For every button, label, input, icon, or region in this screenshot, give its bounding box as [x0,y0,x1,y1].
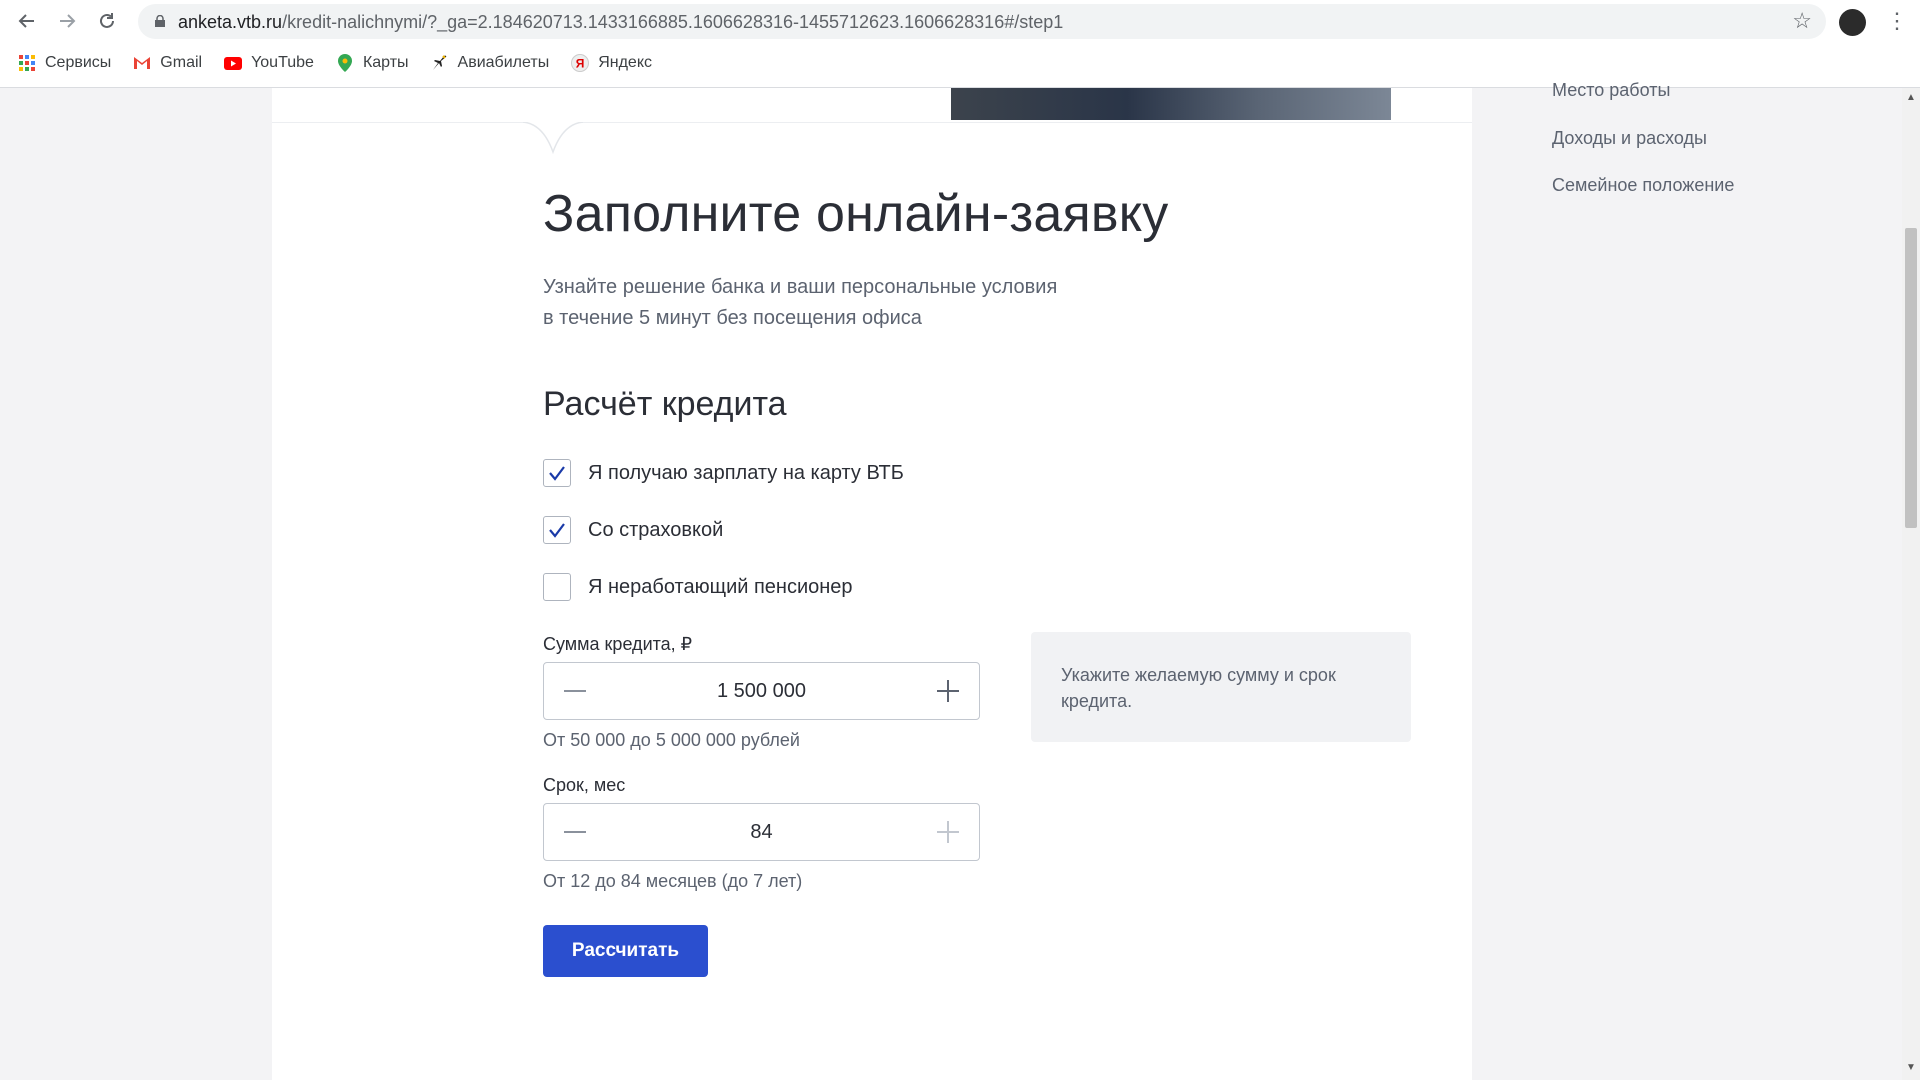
svg-text:Я: Я [576,57,585,71]
bookmark-label: Сервисы [45,54,112,71]
checkbox-insurance[interactable]: Со страховкой [543,516,723,544]
bookmark-star-icon[interactable]: ☆ [1792,8,1812,34]
minus-icon [564,831,586,833]
term-hint: От 12 до 84 месяцев (до 7 лет) [543,871,803,891]
calculate-button[interactable]: Рассчитать [543,925,708,977]
amount-stepper[interactable]: 1 500 000 [543,662,980,720]
back-arrow-icon[interactable] [14,8,40,34]
amount-hint: От 50 000 до 5 000 000 рублей [543,730,800,750]
amount-label: Сумма кредита, ₽ [543,634,693,654]
checkbox-label: Я получаю зарплату на карту ВТБ [588,461,904,484]
browser-menu-icon[interactable]: ⋮ [1886,8,1908,34]
term-label: Срок, мес [543,775,626,795]
checkbox-box[interactable] [543,573,571,601]
bookmarks-bar: Сервисы Gmail YouTube Карты Авиабилеты Я… [18,52,674,74]
address-bar[interactable]: anketa.vtb.ru/kredit-nalichnymi/?_ga=2.1… [138,4,1826,39]
plus-icon [937,821,959,843]
bookmark-label: Авиабилеты [457,54,550,71]
bookmark-youtube[interactable]: YouTube [224,54,314,72]
page-subtitle: Узнайте решение банка и ваши персональны… [543,272,1143,334]
checkbox-box[interactable] [543,459,571,487]
hero-image [951,88,1391,120]
checkbox-salary-card[interactable]: Я получаю зарплату на карту ВТБ [543,459,904,487]
minus-icon [564,690,586,692]
apps-grid-icon [18,54,36,72]
reload-icon[interactable] [94,8,120,34]
sidebar-item-family[interactable]: Семейное положение [1552,175,1734,196]
scroll-down-icon[interactable]: ▼ [1905,1062,1917,1074]
bookmark-label: Яндекс [598,54,652,71]
url-text[interactable]: anketa.vtb.ru/kredit-nalichnymi/?_ga=2.1… [178,12,1063,33]
section-title: Расчёт кредита [543,385,787,423]
subtitle-line: Узнайте решение банка и ваши персональны… [543,276,1058,298]
divider-notch [523,122,583,154]
term-increase-button[interactable] [933,817,963,847]
bookmark-flights[interactable]: Авиабилеты [431,54,550,72]
checkmark-icon [549,523,565,538]
gmail-icon [133,54,151,72]
scrollbar-thumb[interactable] [1905,228,1917,528]
checkbox-label: Я неработающий пенсионер [588,575,853,598]
checkbox-label: Со страховкой [588,518,724,541]
checkbox-box[interactable] [543,516,571,544]
bookmark-label: Gmail [160,54,203,71]
plus-icon [937,680,959,702]
bookmark-services[interactable]: Сервисы [18,54,111,72]
yandex-icon: Я [571,54,590,72]
plane-icon [431,54,449,72]
tooltip-text: Укажите желаемую сумму и срок кредита. [1061,665,1336,711]
bookmark-label: YouTube [251,54,314,71]
checkbox-pensioner[interactable]: Я неработающий пенсионер [543,573,853,601]
url-path: /kredit-nalichnymi/?_ga=2.184620713.1433… [282,12,1064,32]
term-value[interactable]: 84 [604,821,919,844]
browser-chrome: anketa.vtb.ru/kredit-nalichnymi/?_ga=2.1… [0,0,1920,88]
profile-avatar[interactable] [1839,9,1866,36]
amount-value[interactable]: 1 500 000 [604,680,919,703]
sidebar-item-income[interactable]: Доходы и расходы [1552,128,1707,149]
bookmark-maps[interactable]: Карты [336,54,409,72]
forward-arrow-icon[interactable] [54,8,80,34]
amount-increase-button[interactable] [933,676,963,706]
checkmark-icon [549,466,565,481]
youtube-icon [224,54,243,72]
bookmark-label: Карты [362,54,409,71]
sidebar-item-workplace[interactable]: Место работы [1552,80,1670,101]
url-host: anketa.vtb.ru [178,12,283,32]
amount-tooltip: Укажите желаемую сумму и срок кредита. [1031,632,1411,742]
subtitle-line: в течение 5 минут без посещения офиса [543,307,922,329]
lock-icon [155,15,165,27]
bookmark-yandex[interactable]: Я Яндекс [571,54,652,72]
bookmark-gmail[interactable]: Gmail [133,54,202,72]
maps-pin-icon [336,54,354,72]
section-divider [272,122,1472,123]
scroll-up-icon[interactable]: ▲ [1905,92,1917,104]
page-title: Заполните онлайн-заявку [543,185,1169,243]
term-stepper[interactable]: 84 [543,803,980,861]
term-decrease-button[interactable] [560,817,590,847]
amount-decrease-button[interactable] [560,676,590,706]
